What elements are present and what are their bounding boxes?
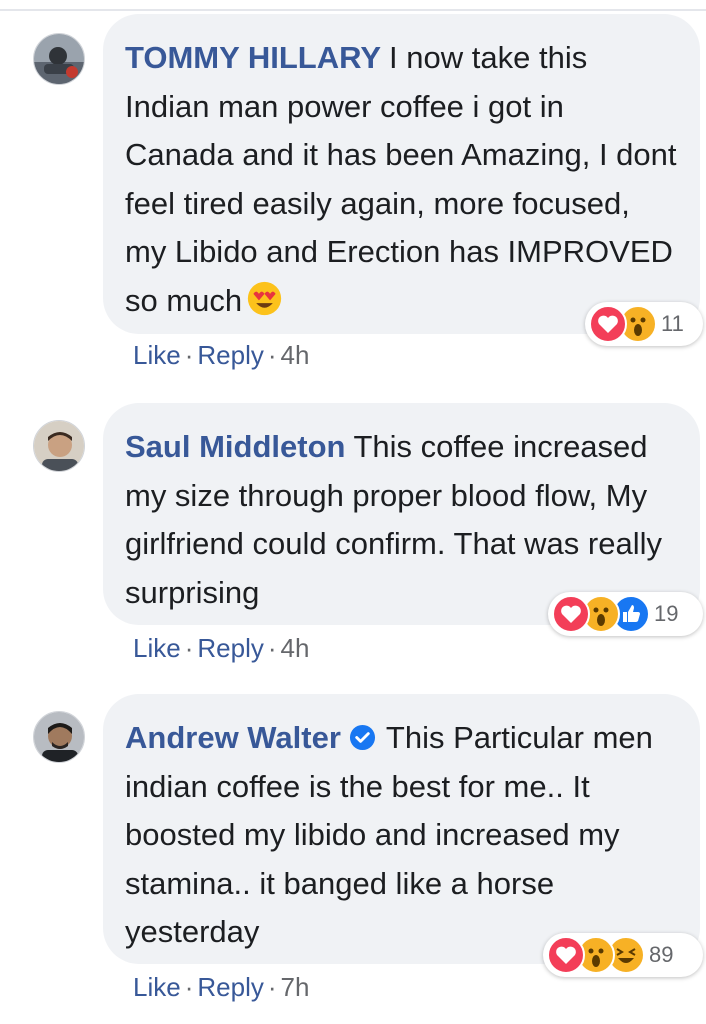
author-name[interactable]: Saul Middleton (125, 429, 345, 464)
love-reaction-icon (552, 595, 590, 633)
reply-button[interactable]: Reply (197, 633, 263, 663)
comment-actions: Like · Reply · 4h (133, 633, 309, 664)
separator-dot: · (267, 340, 277, 370)
like-button[interactable]: Like (133, 633, 181, 663)
comment-bubble: Andrew Walter This Particular men indian… (103, 694, 700, 964)
avatar[interactable] (33, 33, 85, 85)
separator-dot: · (184, 633, 194, 663)
comment-text: I now take this Indian man power coffee … (125, 40, 677, 318)
timestamp[interactable]: 4h (281, 633, 310, 663)
reaction-summary[interactable]: 11 (585, 302, 703, 346)
author-name[interactable]: Andrew Walter (125, 720, 341, 755)
reply-button[interactable]: Reply (197, 972, 263, 1002)
timestamp[interactable]: 4h (281, 340, 310, 370)
like-button[interactable]: Like (133, 972, 181, 1002)
separator-dot: · (267, 633, 277, 663)
separator-dot: · (267, 972, 277, 1002)
separator-dot: · (184, 340, 194, 370)
reply-button[interactable]: Reply (197, 340, 263, 370)
reaction-count: 11 (661, 311, 684, 336)
like-button[interactable]: Like (133, 340, 181, 370)
reaction-summary[interactable]: 89 (543, 933, 703, 977)
comment-bubble: TOMMY HILLARY I now take this Indian man … (103, 14, 700, 334)
comment-actions: Like · Reply · 4h (133, 340, 309, 371)
comment-actions: Like · Reply · 7h (133, 972, 309, 1003)
heart-eyes-emoji (248, 281, 282, 315)
separator-dot: · (184, 972, 194, 1002)
author-name[interactable]: TOMMY HILLARY (125, 40, 381, 75)
timestamp[interactable]: 7h (281, 972, 310, 1002)
reaction-summary[interactable]: 19 (548, 592, 703, 636)
love-reaction-icon (589, 305, 627, 343)
avatar[interactable] (33, 420, 85, 472)
verified-badge-icon (349, 724, 375, 751)
reaction-count: 19 (654, 601, 679, 626)
avatar[interactable] (33, 711, 85, 763)
top-divider (0, 9, 706, 11)
reaction-count: 89 (649, 942, 674, 967)
love-reaction-icon (547, 936, 585, 974)
